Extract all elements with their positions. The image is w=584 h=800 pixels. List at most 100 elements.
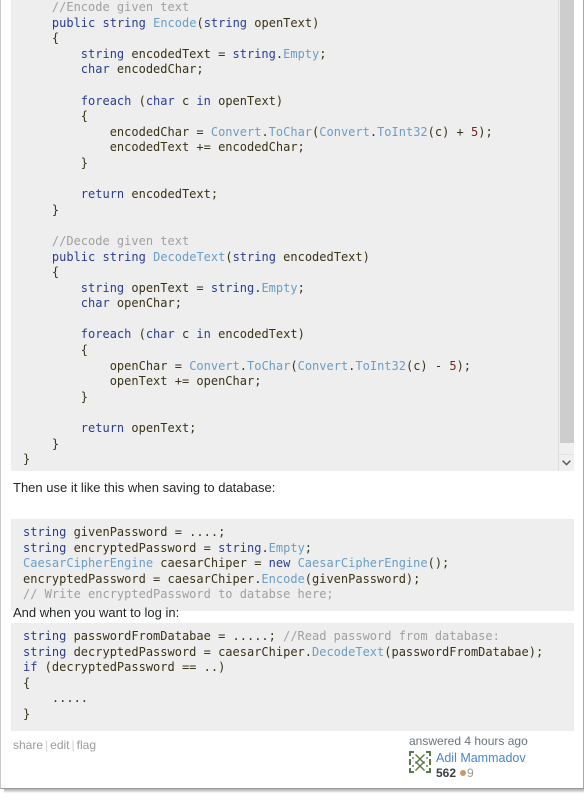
flag-link[interactable]: flag bbox=[77, 738, 96, 752]
code-block-caesar-cipher-engine[interactable]: //Encode given text public string Encode… bbox=[11, 0, 574, 471]
code-token: return bbox=[80, 421, 125, 436]
code-token: DecodeText bbox=[153, 249, 226, 264]
code-token: in bbox=[196, 327, 211, 342]
code-token: Encode bbox=[261, 571, 305, 586]
scrollbar-thumb[interactable] bbox=[560, 0, 574, 443]
code-block-login-check[interactable]: string passwordFromDatabae = .....; //Re… bbox=[11, 623, 574, 731]
code-token: string bbox=[80, 280, 125, 295]
code-token: { bbox=[51, 265, 60, 280]
bronze-badge-count: 9 bbox=[467, 766, 474, 780]
code-token: encodedText; bbox=[124, 187, 219, 202]
code-token: } bbox=[51, 436, 60, 451]
code-token: Convert bbox=[297, 358, 349, 373]
user-name-link[interactable]: Adil Mammadov bbox=[436, 751, 526, 765]
code-token: return bbox=[80, 187, 125, 202]
code-token: (givenPassword); bbox=[304, 571, 421, 586]
paragraph-log-in: And when you want to log in: bbox=[13, 605, 180, 620]
paragraph-saving-to-database: Then use it like this when saving to dat… bbox=[13, 480, 276, 495]
code-text-login: string passwordFromDatabae = .....; //Re… bbox=[23, 629, 562, 723]
code-token: ( bbox=[131, 93, 146, 108]
code-token: { bbox=[80, 343, 89, 358]
avatar[interactable] bbox=[409, 751, 431, 773]
code-token: openText) bbox=[247, 15, 320, 30]
code-token: Convert bbox=[319, 124, 370, 139]
reputation-value: 562 bbox=[436, 766, 457, 780]
bronze-badge-icon bbox=[460, 770, 467, 776]
code-token: decryptedPassword = caesarChiper. bbox=[66, 644, 312, 659]
code-token: string bbox=[203, 15, 248, 30]
user-details: Adil Mammadov 562 9 bbox=[436, 751, 526, 781]
code-token: ; bbox=[319, 46, 327, 61]
code-token: ); bbox=[478, 124, 493, 139]
code-token: char bbox=[145, 327, 175, 342]
code-token: givenPassword = ....; bbox=[66, 525, 226, 539]
code-token: encodedText) bbox=[275, 249, 370, 264]
edit-link[interactable]: edit bbox=[50, 738, 69, 752]
code-token: string bbox=[218, 540, 262, 555]
share-link[interactable]: share bbox=[13, 738, 43, 752]
code-token: openText = bbox=[124, 280, 211, 295]
code-token: . bbox=[369, 124, 378, 139]
code-token: ToChar bbox=[247, 358, 291, 373]
code-block-vertical-scrollbar[interactable] bbox=[558, 0, 574, 471]
code-token: } bbox=[23, 452, 31, 467]
post-menu: share | edit | flag bbox=[13, 737, 96, 753]
code-token: Empty bbox=[261, 280, 298, 295]
code-token: Convert bbox=[189, 358, 240, 373]
code-token: ToInt32 bbox=[355, 358, 406, 373]
code-text-save: string givenPassword = ....; string encr… bbox=[23, 525, 562, 603]
code-token: ( bbox=[290, 358, 298, 373]
code-token: openText += openChar; bbox=[109, 374, 262, 389]
code-token: string bbox=[23, 525, 67, 539]
code-token: //Encode given text bbox=[51, 0, 190, 14]
identicon-avatar-icon bbox=[409, 751, 431, 773]
code-token: char bbox=[80, 296, 110, 311]
code-token: (); bbox=[427, 556, 450, 571]
code-token: //Decode given text bbox=[51, 233, 190, 248]
code-token: string bbox=[232, 249, 276, 264]
code-token: openChar = bbox=[109, 358, 190, 373]
code-token: CaesarCipherEngine bbox=[23, 556, 154, 571]
code-token: ..... bbox=[51, 691, 89, 706]
code-token: ); bbox=[456, 358, 472, 373]
scroll-down-button[interactable] bbox=[559, 454, 574, 471]
code-token: openText) bbox=[210, 93, 284, 108]
code-token: encodedChar = bbox=[109, 124, 211, 139]
code-token: string bbox=[232, 46, 276, 61]
code-token: if bbox=[23, 660, 38, 675]
code-token: . bbox=[239, 358, 247, 373]
code-token: caesarChiper = bbox=[153, 556, 269, 571]
code-token: char bbox=[145, 93, 175, 108]
code-token: } bbox=[80, 155, 89, 170]
code-token: } bbox=[23, 706, 31, 721]
code-token: { bbox=[80, 109, 89, 124]
code-token: foreach bbox=[80, 93, 132, 108]
code-token: (c) - bbox=[405, 358, 450, 373]
code-token: encodedText = bbox=[124, 46, 233, 61]
menu-separator-2: | bbox=[71, 738, 75, 752]
code-token: string bbox=[23, 629, 67, 643]
code-token: (c) + bbox=[427, 124, 472, 139]
code-token: Convert bbox=[210, 124, 262, 139]
code-token: Empty bbox=[283, 46, 320, 61]
code-token: string bbox=[102, 15, 146, 30]
user-card[interactable]: answered 4 hours ago Adil Mammadov 562 9 bbox=[409, 734, 569, 781]
code-token: string bbox=[23, 644, 67, 659]
code-token: DecodeText bbox=[312, 644, 385, 659]
code-token: in bbox=[196, 93, 211, 108]
code-token: c bbox=[174, 93, 197, 108]
code-token: ( bbox=[225, 249, 233, 264]
code-token: public bbox=[51, 15, 96, 30]
window-drop-shadow bbox=[4, 789, 584, 793]
code-token: string bbox=[210, 280, 255, 295]
code-token: openChar; bbox=[109, 296, 182, 311]
code-token: string bbox=[23, 540, 67, 555]
code-block-scroll-content: //Encode given text public string Encode… bbox=[11, 0, 559, 471]
code-token: 5 bbox=[449, 358, 457, 373]
code-token: ( bbox=[131, 327, 146, 342]
code-token: c bbox=[174, 327, 197, 342]
code-token: encryptedPassword = bbox=[66, 540, 219, 555]
post-footer: share|edit|flag answered 4 hours ago bbox=[2, 731, 583, 788]
code-block-save-password[interactable]: string givenPassword = ....; string encr… bbox=[11, 519, 574, 611]
